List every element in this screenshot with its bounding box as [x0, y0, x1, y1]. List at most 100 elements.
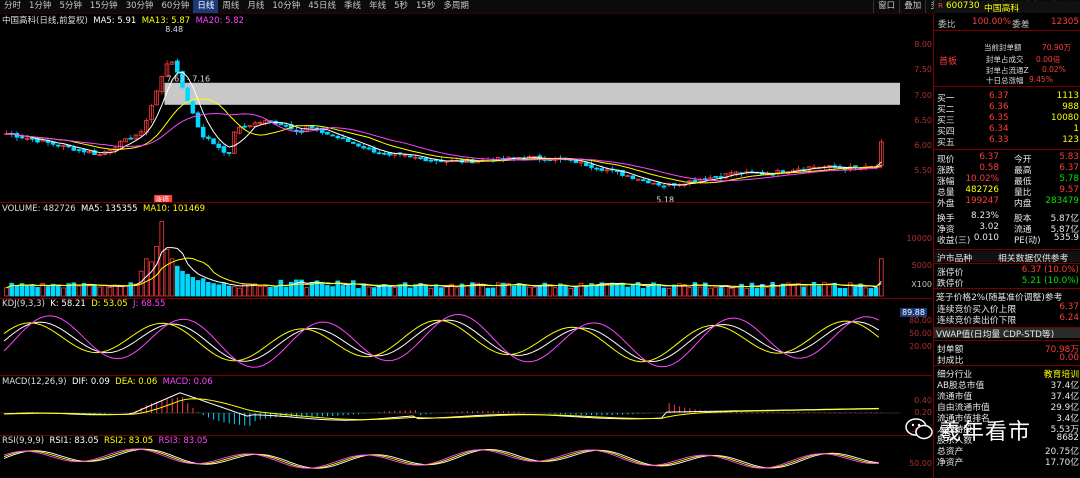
candle [646, 180, 651, 184]
kdj-axis: 80.00 50.00 20.00 [900, 316, 932, 351]
volume-bar [713, 286, 718, 297]
bid-price: 6.37 [989, 91, 1009, 101]
weibi-label: 委比 [938, 20, 956, 30]
volume-bar [309, 282, 315, 297]
dif-line [3, 392, 879, 421]
candle [423, 157, 429, 162]
period-13[interactable]: 5秒 [390, 0, 412, 13]
period-15[interactable]: 多周期 [439, 0, 473, 13]
macd-chart[interactable] [0, 385, 932, 435]
volume-bar [76, 285, 82, 297]
volume-bar [827, 284, 832, 297]
period-11[interactable]: 季线 [340, 0, 365, 13]
period-8[interactable]: 月线 [243, 0, 268, 13]
volume-bar [211, 283, 216, 297]
candle [366, 147, 372, 150]
rsi-chart[interactable] [0, 444, 932, 478]
volume-bar [454, 287, 460, 297]
candle [19, 136, 25, 139]
period-10[interactable]: 45日线 [304, 0, 340, 13]
weicha-value: 12305 [1051, 17, 1079, 27]
limit-value: 6.37 (10.0%) [1021, 265, 1079, 275]
volume-bar [728, 288, 734, 297]
price-tick: 8.00 [914, 40, 932, 49]
candle [81, 149, 87, 153]
candle [175, 60, 180, 73]
tool-button-1[interactable]: 叠加 [899, 0, 925, 13]
price-tick: 7.50 [914, 65, 932, 75]
macd-tick: 0.40 [914, 396, 932, 405]
gap-annotation: 7.63 - 7.16 [166, 74, 210, 83]
volume-bar [278, 279, 284, 297]
volume-bar [294, 279, 299, 297]
auction-value: 6.37 [1059, 302, 1079, 312]
period-5[interactable]: 60分钟 [158, 0, 194, 13]
candle [713, 176, 718, 178]
candle [325, 131, 330, 135]
candle [718, 176, 724, 178]
volume-bar [423, 284, 429, 297]
candlestick-chart[interactable]: 8.487.63 - 7.165.18涨停 [0, 14, 932, 204]
ten-day-value: 9.45% [1029, 75, 1053, 84]
period-3[interactable]: 15分钟 [86, 0, 122, 13]
ma13-line [6, 98, 882, 184]
volume-bar [573, 286, 579, 297]
vwap-label: VWAP值(日均量 CDP-STD等) [936, 330, 1055, 340]
auction-label: 连续竞价卖出价下限 [937, 316, 1017, 326]
volume-bar [50, 283, 56, 297]
tool-button-0[interactable]: 窗口 [873, 0, 899, 13]
volume-bar [511, 285, 517, 297]
volume-bar [97, 286, 102, 297]
volume-bar [485, 287, 491, 297]
period-12[interactable]: 年线 [365, 0, 390, 13]
volume-bar [319, 281, 325, 297]
volume-bar [92, 284, 97, 297]
bid-volume: 1113 [1056, 91, 1079, 101]
volume-bar [583, 285, 589, 297]
candle [190, 100, 196, 114]
seal-value: 0.00 [1059, 353, 1079, 363]
candle [640, 179, 646, 182]
volume-bar [816, 285, 822, 297]
volume-bar [433, 284, 439, 297]
period-2[interactable]: 5分钟 [55, 0, 85, 13]
volume-bar [87, 285, 92, 297]
candle [278, 123, 284, 126]
volume-tick: 5000 [911, 261, 932, 270]
quote-value: 0.58 [979, 163, 999, 173]
volume-bar [537, 285, 542, 297]
vwap-row[interactable]: VWAP值(日均量 CDP-STD等) [934, 327, 1080, 340]
candle [216, 143, 222, 148]
candle [128, 137, 134, 140]
volume-tick: 10000 [906, 234, 932, 243]
period-14[interactable]: 15秒 [412, 0, 439, 13]
period-0[interactable]: 分时 [0, 0, 25, 13]
rsi-axis: 50.00 [900, 459, 932, 468]
volume-bar [527, 286, 532, 297]
stock-name: 中国高科 [984, 4, 1020, 14]
period-4[interactable]: 30分钟 [122, 0, 158, 13]
kdj-chart[interactable] [0, 308, 932, 374]
stock-header: R 600730 中国高科 [934, 1, 1080, 14]
volume-bar [154, 246, 159, 297]
kdj-value-tag: 89.88 [900, 308, 927, 317]
period-6[interactable]: 日线 [193, 0, 219, 13]
volume-bar [671, 284, 677, 297]
volume-chart[interactable] [0, 212, 932, 298]
price-tick: 7.00 [914, 90, 932, 100]
period-7[interactable]: 周线 [218, 0, 243, 13]
candle [221, 146, 227, 153]
candle [371, 147, 377, 153]
bid-price: 6.36 [989, 102, 1009, 112]
kdj-tick: 80.00 [909, 316, 932, 325]
period-1[interactable]: 1分钟 [25, 0, 55, 13]
auction-value: 6.24 [1059, 313, 1079, 323]
volume-bar [656, 284, 662, 297]
volume-bar [444, 286, 449, 297]
weibi-row: 委比 100.00% 委差 12305 [934, 17, 1080, 30]
volume-bar [200, 278, 206, 297]
market-row: 沪市品种 相关数据仅供参考 [934, 251, 1080, 264]
candle [361, 146, 366, 149]
candle [242, 125, 247, 128]
period-9[interactable]: 10分钟 [268, 0, 304, 13]
